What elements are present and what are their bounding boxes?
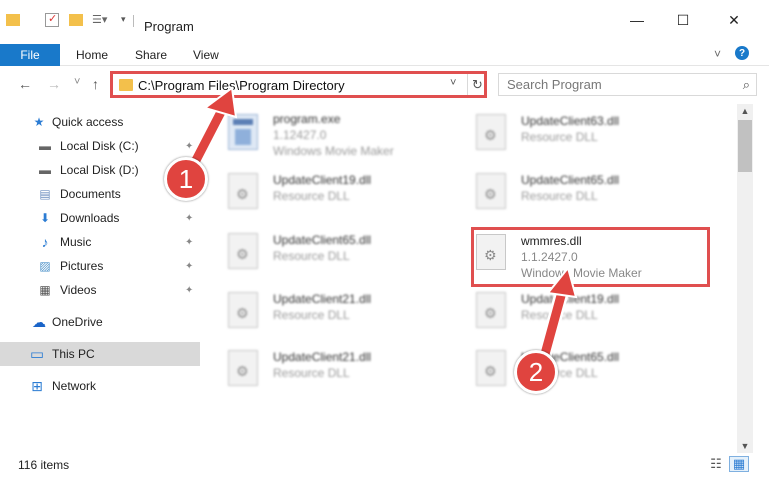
tiles-view-icon[interactable]: ▦ [729,456,749,472]
details-view-icon[interactable]: ☷ [706,456,726,472]
step-one-badge: 1 [164,157,208,201]
step-two-badge: 2 [514,350,558,394]
arrow-one [185,86,238,175]
arrow-two [535,265,578,372]
annotation-arrows [185,86,578,372]
status-item-count: 116 items [18,458,70,472]
